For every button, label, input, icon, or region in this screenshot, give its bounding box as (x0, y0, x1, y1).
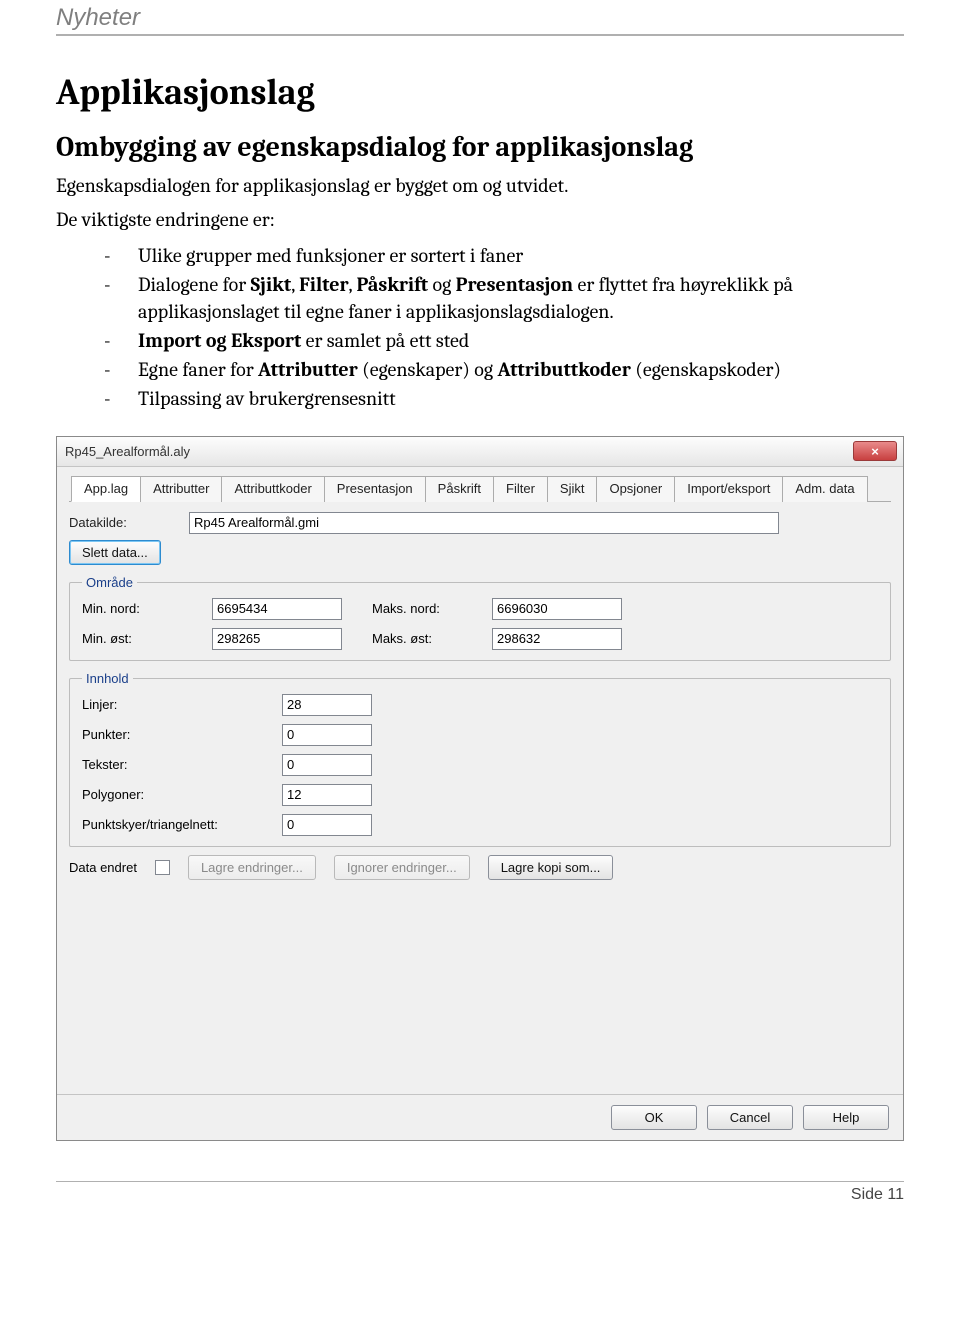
punkter-label: Punkter: (82, 727, 282, 742)
min-ost-label: Min. øst: (82, 631, 202, 646)
list-item: Tilpassing av brukergrensesnitt (104, 385, 904, 412)
polygoner-input[interactable] (282, 784, 372, 806)
datakilde-label: Datakilde: (69, 515, 189, 530)
min-ost-input[interactable] (212, 628, 342, 650)
tab-presentasjon[interactable]: Presentasjon (324, 476, 426, 502)
lead-text: De viktigste endringene er: (56, 207, 904, 233)
dialog-footer: OK Cancel Help (57, 1094, 903, 1140)
lagre-kopi-button[interactable]: Lagre kopi som... (488, 855, 614, 880)
list-item: Dialogene for Sjikt, Filter, Påskrift og… (104, 271, 904, 325)
tab-adm-data[interactable]: Adm. data (782, 476, 867, 502)
lagre-endringer-button[interactable]: Lagre endringer... (188, 855, 316, 880)
dialog-title: Rp45_Arealformål.aly (65, 444, 190, 459)
data-endret-checkbox[interactable] (155, 860, 170, 875)
maks-nord-input[interactable] (492, 598, 622, 620)
tab-paskrift[interactable]: Påskrift (425, 476, 494, 502)
cancel-button[interactable]: Cancel (707, 1105, 793, 1130)
punktskyer-label: Punktskyer/triangelnett: (82, 817, 282, 832)
datakilde-input[interactable] (189, 512, 779, 534)
innhold-legend: Innhold (82, 671, 133, 686)
page-number: 11 (887, 1186, 904, 1203)
close-icon: × (871, 444, 879, 459)
app-layer-dialog: Rp45_Arealformål.aly × App.lag Attributt… (56, 436, 904, 1141)
tekster-input[interactable] (282, 754, 372, 776)
tab-attributtkoder[interactable]: Attributtkoder (221, 476, 324, 502)
h1-title: Applikasjonslag (56, 72, 904, 113)
tab-import-eksport[interactable]: Import/eksport (674, 476, 783, 502)
close-button[interactable]: × (853, 441, 897, 461)
punktskyer-input[interactable] (282, 814, 372, 836)
tab-opsjoner[interactable]: Opsjoner (596, 476, 675, 502)
tabstrip: App.lag Attributter Attributtkoder Prese… (69, 475, 891, 502)
page-label: Side (851, 1186, 883, 1203)
ok-button[interactable]: OK (611, 1105, 697, 1130)
linjer-input[interactable] (282, 694, 372, 716)
innhold-group: Innhold Linjer: Punkter: Tekster: Polygo… (69, 671, 891, 847)
page-header: Nyheter (56, 0, 904, 36)
slett-data-button[interactable]: Slett data... (69, 540, 161, 565)
help-button[interactable]: Help (803, 1105, 889, 1130)
tab-sjikt[interactable]: Sjikt (547, 476, 598, 502)
tab-attributter[interactable]: Attributter (140, 476, 222, 502)
maks-ost-input[interactable] (492, 628, 622, 650)
intro-text: Egenskapsdialogen for applikasjonslag er… (56, 173, 904, 199)
tab-app-lag[interactable]: App.lag (71, 476, 141, 502)
bullet-list: Ulike grupper med funksjoner er sortert … (56, 242, 904, 412)
list-item: Ulike grupper med funksjoner er sortert … (104, 242, 904, 269)
data-endret-label: Data endret (69, 860, 137, 875)
punkter-input[interactable] (282, 724, 372, 746)
dialog-titlebar: Rp45_Arealformål.aly × (57, 437, 903, 467)
linjer-label: Linjer: (82, 697, 282, 712)
min-nord-input[interactable] (212, 598, 342, 620)
tab-filter[interactable]: Filter (493, 476, 548, 502)
list-item: Import og Eksport er samlet på ett sted (104, 327, 904, 354)
tekster-label: Tekster: (82, 757, 282, 772)
min-nord-label: Min. nord: (82, 601, 202, 616)
list-item: Egne faner for Attributter (egenskaper) … (104, 356, 904, 383)
ignorer-endringer-button[interactable]: Ignorer endringer... (334, 855, 470, 880)
omrade-legend: Område (82, 575, 137, 590)
omrade-group: Område Min. nord: Maks. nord: Min. øst: … (69, 575, 891, 661)
page-footer: Side 11 (56, 1181, 904, 1204)
h2-title: Ombygging av egenskapsdialog for applika… (56, 131, 904, 163)
maks-nord-label: Maks. nord: (372, 601, 482, 616)
maks-ost-label: Maks. øst: (372, 631, 482, 646)
polygoner-label: Polygoner: (82, 787, 282, 802)
